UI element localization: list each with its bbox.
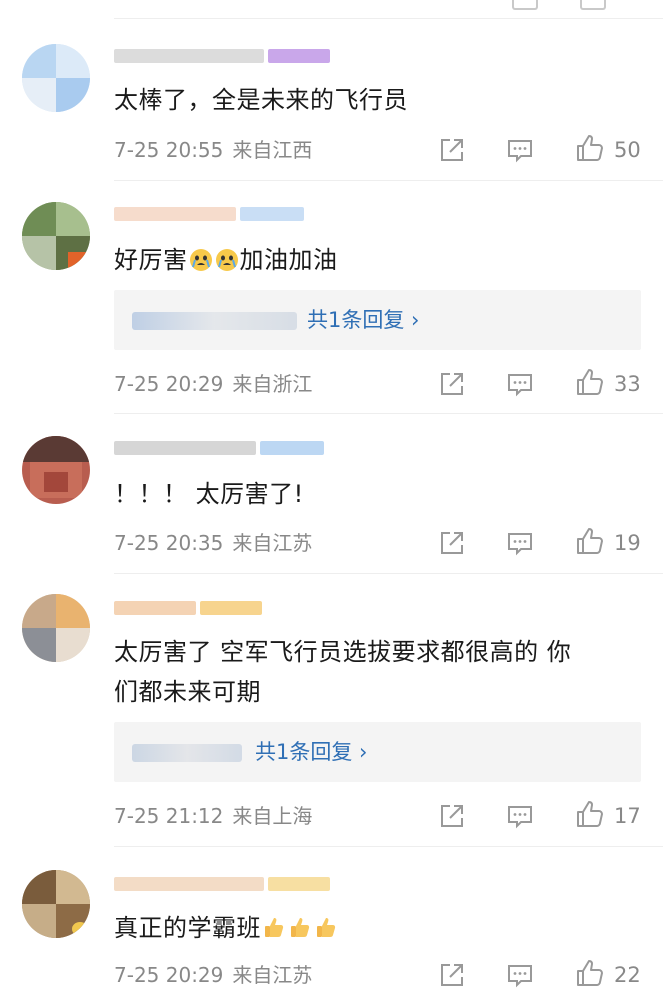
view-replies-link[interactable]: 共1条回复 › (255, 738, 367, 766)
comment-time: 7-25 21:12 (114, 804, 224, 828)
comment-icon[interactable] (504, 527, 536, 559)
reply-preview[interactable]: 共1条回复 › (114, 290, 641, 350)
username-blurred[interactable] (114, 600, 266, 616)
comment-meta: 7-25 21:12 来自上海 (114, 802, 321, 830)
comment-text-line1: 太厉害了 空军飞行员选拔要求都很高的 你 (114, 638, 572, 666)
thumbs-up-icon[interactable] (574, 525, 606, 557)
avatar[interactable] (22, 202, 90, 270)
thumbs-up-icon[interactable] (574, 366, 606, 398)
crying-face-emoji (189, 249, 212, 271)
comment-icon[interactable] (504, 134, 536, 166)
avatar[interactable] (22, 44, 90, 112)
like-count: 50 (614, 138, 641, 162)
comment-time: 7-25 20:29 (114, 372, 224, 396)
like-count: 19 (614, 531, 641, 555)
comment-icon[interactable] (504, 959, 536, 991)
comment-time: 7-25 20:29 (114, 963, 224, 987)
share-icon[interactable] (436, 959, 468, 991)
comment-icon[interactable] (504, 368, 536, 400)
divider (114, 846, 663, 847)
like-count: 22 (614, 963, 641, 987)
comment-location: 来自江苏 (232, 531, 313, 555)
crying-face-emoji (215, 249, 238, 271)
comment-time: 7-25 20:55 (114, 138, 224, 162)
comment-text-suffix: 加油加油 (239, 246, 338, 274)
thumbs-up-icon[interactable] (574, 798, 606, 830)
comment-text: 好厉害 加油加油 (114, 242, 644, 278)
comment-text: ！！！ 太厉害了! (114, 480, 304, 508)
comment-text: 太厉害了 空军飞行员选拔要求都很高的 你 们都未来可期 (114, 634, 644, 710)
share-icon[interactable] (436, 134, 468, 166)
comment-location: 来自江苏 (232, 963, 313, 987)
username-blurred[interactable] (114, 876, 334, 892)
comment-icon[interactable] (504, 800, 536, 832)
avatar[interactable] (22, 436, 90, 504)
thumbs-up-icon[interactable] (574, 132, 606, 164)
comment-location: 来自上海 (232, 804, 313, 828)
divider (114, 573, 663, 574)
username-blurred[interactable] (114, 206, 308, 222)
comment-meta: 7-25 20:55 来自江西 (114, 136, 321, 164)
comment-text-main: 好厉害 (114, 246, 188, 274)
comment-location: 来自浙江 (232, 372, 313, 396)
comment-text: 真正的学霸班 (114, 910, 644, 946)
prev-comment-icon-fragment (512, 0, 538, 10)
comment-location: 来自江西 (232, 138, 313, 162)
comment-text-main: 真正的学霸班 (114, 914, 261, 942)
share-icon[interactable] (436, 368, 468, 400)
divider (114, 180, 663, 181)
comment-text-line2: 们都未来可期 (114, 678, 261, 706)
thumbs-up-emoji (291, 918, 310, 937)
comment-meta: 7-25 20:35 来自江苏 (114, 529, 321, 557)
like-count: 17 (614, 804, 641, 828)
thumbs-up-icon[interactable] (574, 957, 606, 989)
prev-like-icon-fragment (580, 0, 606, 10)
view-replies-link[interactable]: 共1条回复 › (307, 306, 419, 334)
avatar[interactable] (22, 594, 90, 662)
divider (114, 18, 663, 19)
divider (114, 413, 663, 414)
comment-meta: 7-25 20:29 来自江苏 (114, 961, 321, 989)
comment-meta: 7-25 20:29 来自浙江 (114, 370, 321, 398)
reply-user-blurred (132, 312, 297, 330)
username-blurred[interactable] (114, 440, 328, 456)
comment-time: 7-25 20:35 (114, 531, 224, 555)
thumbs-up-emoji (265, 918, 284, 937)
share-icon[interactable] (436, 527, 468, 559)
comment-text: 太棒了，全是未来的飞行员 (114, 86, 408, 114)
like-count: 33 (614, 372, 641, 396)
reply-preview[interactable]: 共1条回复 › (114, 722, 641, 782)
avatar[interactable] (22, 870, 90, 938)
username-blurred[interactable] (114, 48, 334, 64)
share-icon[interactable] (436, 800, 468, 832)
reply-user-blurred (132, 744, 242, 762)
thumbs-up-emoji (317, 918, 336, 937)
